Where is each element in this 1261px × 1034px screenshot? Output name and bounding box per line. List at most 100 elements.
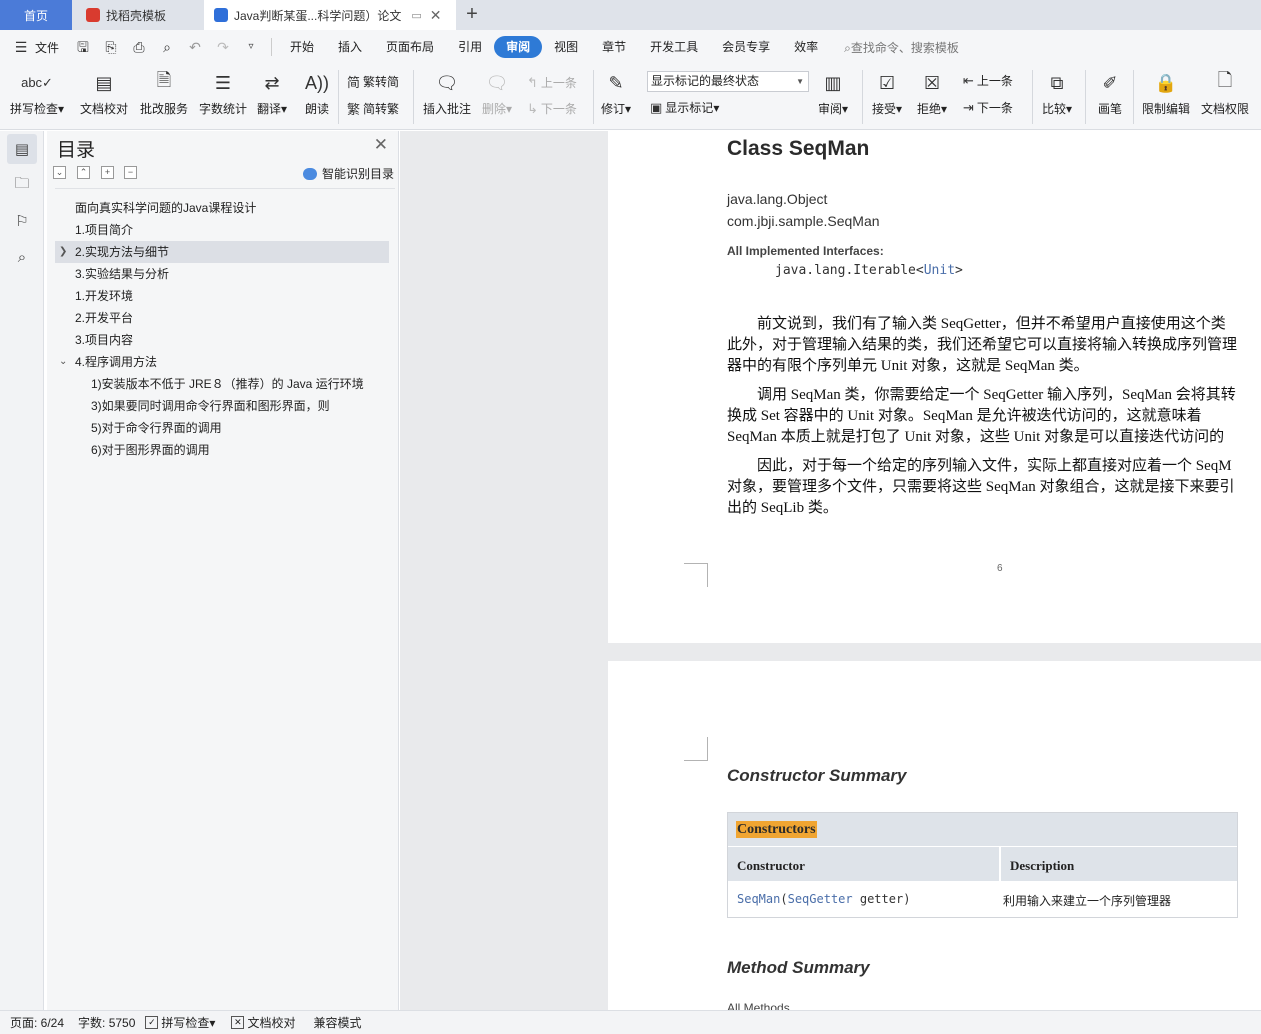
review-pane-button[interactable]: ▥ 审阅▾ (818, 68, 848, 117)
save-icon[interactable]: 🖫 (74, 38, 92, 56)
accept-button[interactable]: ☑ 接受▾ (872, 68, 902, 117)
command-search[interactable]: ⌕查找命令、搜索模板 (844, 39, 959, 56)
constructor-link[interactable]: SeqMan (737, 892, 780, 906)
document-page[interactable]: Class SeqMan java.lang.Object com.jbji.s… (608, 131, 1261, 643)
read-aloud-button[interactable]: A)) 朗读 (303, 68, 331, 117)
quick-access-dropdown-icon[interactable]: ▿ (242, 38, 260, 56)
toc-item[interactable]: 5)对于命令行界面的调用 (55, 417, 389, 439)
type-link[interactable]: SeqGetter (788, 892, 853, 906)
menu-view[interactable]: 视图 (542, 36, 590, 58)
tab-templates[interactable]: 找稻壳模板 (76, 0, 200, 30)
spell-check-button[interactable]: abc✓ 拼写检查▾ (10, 68, 64, 117)
menu-efficiency[interactable]: 效率 (782, 36, 830, 58)
close-tab-icon[interactable]: ✕ (430, 7, 442, 24)
prev-change-button[interactable]: ⇤ 上一条 (963, 72, 1013, 89)
toc-item-label: 1)安装版本不低于 JRE８（推荐）的 Java 运行环境 (91, 377, 364, 391)
simp-to-trad-button[interactable]: 繁简转繁 (347, 99, 399, 118)
method-summary-heading: Method Summary (727, 958, 870, 977)
accept-icon: ☑ (878, 72, 896, 93)
trad-to-simp-button[interactable]: 简繁转简 (347, 72, 399, 91)
print-preview-icon[interactable]: ⌕ (158, 38, 176, 56)
spell-check-icon: abc✓ (21, 75, 53, 90)
toc-item[interactable]: 1.项目简介 (55, 219, 389, 241)
compare-button[interactable]: ⧉ 比较▾ (1042, 68, 1072, 117)
track-changes-button[interactable]: ✎ 修订▾ (601, 68, 631, 117)
close-icon[interactable]: ✕ (374, 135, 388, 155)
chapter-nav-icon[interactable]: 🗀 (7, 170, 37, 200)
revise-service-button[interactable]: 🗎 批改服务 (140, 68, 188, 117)
toc-item[interactable]: 1)安装版本不低于 JRE８（推荐）的 Java 运行环境 (55, 373, 389, 395)
new-tab-button[interactable]: + (460, 3, 484, 26)
page-indicator[interactable]: 页面: 6/24 (10, 1014, 64, 1031)
menu-developer[interactable]: 开发工具 (638, 36, 710, 58)
menu-review[interactable]: 审阅 (494, 36, 543, 58)
menu-insert[interactable]: 插入 (326, 36, 374, 58)
bookmark-icon[interactable]: ⚐ (7, 206, 37, 236)
toc-item[interactable]: 2.开发平台 (55, 307, 389, 329)
toc-item[interactable]: 3)如果要同时调用命令行界面和图形界面，则 (55, 395, 389, 417)
table-row: SeqMan(SeqGetter getter) 利用输入来建立一个序列管理器 (728, 881, 1237, 917)
pen-button[interactable]: ✐ 画笔 (1096, 68, 1124, 117)
menu-page-layout[interactable]: 页面布局 (374, 36, 446, 58)
toc-item[interactable]: ⌄ 4.程序调用方法 (55, 351, 389, 373)
delete-comment-button[interactable]: 🗨 删除▾ (482, 68, 512, 117)
pin-icon[interactable]: ▭ (411, 9, 421, 22)
toc-item[interactable]: 6)对于图形界面的调用 (55, 439, 389, 461)
show-markup-label: 显示标记 (665, 101, 714, 115)
expand-arrow-icon[interactable]: ❯ (59, 241, 67, 263)
toc-panel-icon[interactable]: ▤ (7, 134, 37, 164)
menu-start[interactable]: 开始 (278, 36, 326, 58)
word-count-icon: ☰ (214, 72, 232, 93)
tab-bar: 首页 找稻壳模板 Java判断某蛋...科学问题）论文 ▭ ✕ + (0, 0, 1261, 30)
next-change-label: 下一条 (976, 101, 1013, 115)
plus-icon[interactable]: + (101, 166, 114, 179)
markup-state-select[interactable]: 显示标记的最终状态 ▼ (647, 71, 809, 92)
reject-button[interactable]: ☒ 拒绝▾ (917, 68, 947, 117)
word-count-indicator[interactable]: 字数: 5750 (78, 1014, 135, 1031)
doc-permission-button[interactable]: 🗋 文档权限 (1201, 68, 1249, 117)
all-methods-tab[interactable]: All Methods (727, 1001, 790, 1010)
minus-icon[interactable]: − (124, 166, 137, 179)
toc-item[interactable]: 3.实验结果与分析 (55, 263, 389, 285)
toc-item-label: 面向真实科学问题的Java课程设计 (75, 201, 257, 215)
toc-item-selected[interactable]: ❯ 2.实现方法与细节 (55, 241, 389, 263)
redo-icon[interactable]: ↷ (214, 38, 232, 56)
paragraph-line: 此外，对于管理输入结果的类，我们还希望它可以直接将输入转换成序列管理 (727, 337, 1238, 353)
next-comment-button[interactable]: ↳ 下一条 (527, 100, 577, 117)
tab-home[interactable]: 首页 (0, 0, 72, 30)
prev-comment-button[interactable]: ↰ 上一条 (527, 74, 577, 91)
review-pane-label: 审阅 (818, 102, 843, 116)
search-icon[interactable]: ⌕ (7, 242, 37, 272)
smart-toc-button[interactable]: 智能识别目录 (303, 165, 394, 182)
menu-file[interactable]: 文件 (35, 39, 59, 56)
document-canvas[interactable]: Class SeqMan java.lang.Object com.jbji.s… (400, 131, 1261, 1010)
insert-comment-button[interactable]: 🗨 插入批注 (423, 68, 471, 117)
pen-icon: ✐ (1102, 72, 1118, 93)
doc-proof-button[interactable]: ▤ 文档校对 (80, 68, 128, 117)
hamburger-icon[interactable]: ☰ (12, 38, 30, 56)
tab-document[interactable]: Java判断某蛋...科学问题）论文 ▭ ✕ (204, 0, 456, 30)
toc-item[interactable]: 1.开发环境 (55, 285, 389, 307)
expand-up-icon[interactable]: ⌃ (77, 166, 90, 179)
next-change-button[interactable]: ⇥ 下一条 (963, 99, 1013, 116)
print-icon[interactable]: ⎙ (130, 38, 148, 56)
restrict-edit-button[interactable]: 🔒 限制编辑 (1142, 68, 1190, 117)
undo-icon[interactable]: ↶ (186, 38, 204, 56)
spell-check-status[interactable]: ✓ 拼写检查 ▾ (145, 1014, 215, 1031)
code-link[interactable]: Unit (924, 263, 955, 278)
document-page[interactable]: Constructor Summary Constructors Constru… (608, 661, 1261, 1010)
pen-label: 画笔 (1097, 102, 1122, 116)
export-pdf-icon[interactable]: ⎘ (102, 38, 120, 56)
toc-item[interactable]: 面向真实科学问题的Java课程设计 (55, 197, 389, 219)
code-text: ( (780, 892, 788, 906)
toc-item[interactable]: 3.项目内容 (55, 329, 389, 351)
collapse-all-icon[interactable]: ⌄ (53, 166, 66, 179)
translate-button[interactable]: ⇄ 翻译▾ (257, 68, 287, 117)
menu-chapter[interactable]: 章节 (590, 36, 638, 58)
menu-references[interactable]: 引用 (446, 36, 494, 58)
menu-member[interactable]: 会员专享 (710, 36, 782, 58)
collapse-arrow-icon[interactable]: ⌄ (59, 351, 67, 373)
proof-status[interactable]: ✕ 文档校对 (231, 1014, 295, 1031)
word-count-button[interactable]: ☰ 字数统计 (199, 68, 247, 117)
show-markup-button[interactable]: ▣ 显示标记 ▾ (650, 99, 719, 116)
